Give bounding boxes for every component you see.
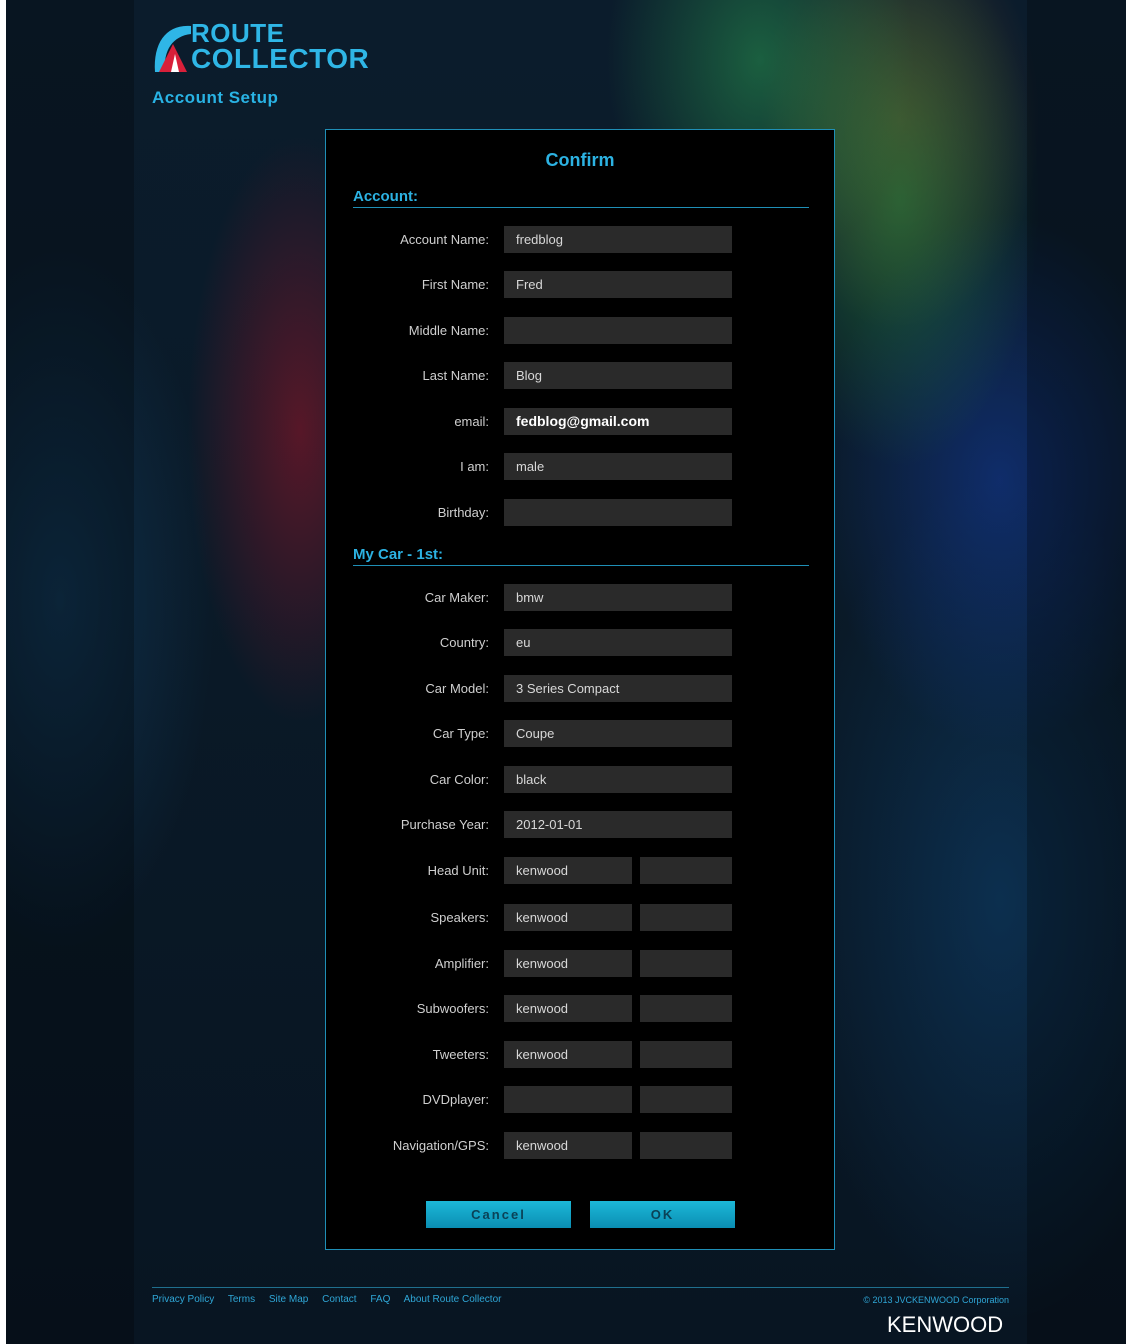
account-name-row: Account Name: fredblog [326, 226, 836, 254]
amplifier-brand-field[interactable]: kenwood [504, 950, 632, 977]
confirm-dialog: Confirm Account: Account Name: fredblog … [325, 129, 835, 1250]
subwoofers-brand-field[interactable]: kenwood [504, 995, 632, 1022]
car-model-row: Car Model: 3 Series Compact [326, 675, 836, 703]
page-title: Account Setup [152, 88, 279, 107]
dvdplayer-brand-field[interactable] [504, 1086, 632, 1113]
car-maker-row: Car Maker: bmw [326, 584, 836, 612]
amplifier-row: Amplifier: kenwood [326, 950, 836, 978]
logo-line-2: COLLECTOR [191, 43, 370, 74]
first-name-field[interactable]: Fred [504, 271, 732, 298]
speakers-model-field[interactable] [640, 904, 732, 931]
speakers-brand-field[interactable]: kenwood [504, 904, 632, 931]
field-label: Tweeters: [432, 1047, 489, 1062]
email-row: email: fedblog@gmail.com [326, 408, 836, 436]
email-field[interactable]: fedblog@gmail.com [504, 408, 732, 435]
cancel-button[interactable]: Cancel [426, 1201, 571, 1228]
gender-row: I am: male [326, 453, 836, 481]
field-label: Last Name: [422, 368, 489, 383]
tweeters-brand-field[interactable]: kenwood [504, 1041, 632, 1068]
navigation-gps-row: Navigation/GPS: kenwood [326, 1132, 836, 1160]
middle-name-row: Middle Name: [326, 317, 836, 345]
dialog-title: Confirm [545, 150, 615, 170]
field-label: Subwoofers: [416, 1001, 489, 1016]
field-label: Amplifier: [434, 956, 489, 971]
field-label: Speakers: [430, 910, 489, 925]
middle-name-field[interactable] [504, 317, 732, 344]
subwoofers-model-field[interactable] [640, 995, 732, 1022]
gender-field[interactable]: male [504, 453, 732, 480]
tweeters-model-field[interactable] [640, 1041, 732, 1068]
field-label: email: [454, 414, 489, 429]
footer-link-about[interactable]: About Route Collector [404, 1294, 502, 1305]
navigation-gps-brand-field[interactable]: kenwood [504, 1132, 632, 1159]
footer-link-faq[interactable]: FAQ [370, 1294, 390, 1305]
field-label: Head Unit: [427, 863, 489, 878]
head-unit-brand-field[interactable]: kenwood [504, 857, 632, 884]
footer-link-sitemap[interactable]: Site Map [269, 1294, 308, 1305]
field-label: Navigation/GPS: [392, 1138, 489, 1153]
footer-link-terms[interactable]: Terms [228, 1294, 255, 1305]
last-name-field[interactable]: Blog [504, 362, 732, 389]
footer-divider [152, 1287, 1009, 1288]
field-label: DVDplayer: [422, 1092, 489, 1107]
right-shade [1027, 0, 1126, 1344]
field-label: Purchase Year: [400, 817, 489, 832]
subwoofers-row: Subwoofers: kenwood [326, 995, 836, 1023]
birthday-field[interactable] [504, 499, 732, 526]
car-type-field[interactable]: Coupe [504, 720, 732, 747]
dvdplayer-row: DVDplayer: [326, 1086, 836, 1114]
country-field[interactable]: eu [504, 629, 732, 656]
car-color-row: Car Color: black [326, 766, 836, 794]
field-label: Middle Name: [408, 323, 489, 338]
field-label: Country: [439, 635, 489, 650]
car-color-field[interactable]: black [504, 766, 732, 793]
amplifier-model-field[interactable] [640, 950, 732, 977]
copyright-text: © 2013 JVCKENWOOD Corporation [863, 1295, 1009, 1305]
head-unit-row: Head Unit: kenwood [326, 857, 836, 885]
head-unit-model-field[interactable] [640, 857, 732, 884]
speakers-row: Speakers: kenwood [326, 904, 836, 932]
field-label: Car Maker: [424, 590, 489, 605]
field-label: I am: [460, 459, 489, 474]
footer-links: Privacy Policy Terms Site Map Contact FA… [152, 1294, 512, 1305]
car-section-header: My Car - 1st: [353, 546, 809, 566]
purchase-year-row: Purchase Year: 2012-01-01 [326, 811, 836, 839]
field-label: Birthday: [437, 505, 489, 520]
field-label: Car Model: [425, 681, 489, 696]
footer-link-contact[interactable]: Contact [322, 1294, 356, 1305]
car-model-field[interactable]: 3 Series Compact [504, 675, 732, 702]
footer-link-privacy[interactable]: Privacy Policy [152, 1294, 214, 1305]
field-label: Car Color: [429, 772, 489, 787]
field-label: Account Name: [400, 232, 489, 247]
first-name-row: First Name: Fred [326, 271, 836, 299]
account-name-field[interactable]: fredblog [504, 226, 732, 253]
field-label: First Name: [421, 277, 489, 292]
dvdplayer-model-field[interactable] [640, 1086, 732, 1113]
route-collector-logo[interactable]: ROUTE COLLECTOR [151, 20, 369, 80]
last-name-row: Last Name: Blog [326, 362, 836, 390]
car-maker-field[interactable]: bmw [504, 584, 732, 611]
left-shade [6, 0, 134, 1344]
birthday-row: Birthday: [326, 499, 836, 527]
field-label: Car Type: [432, 726, 489, 741]
tweeters-row: Tweeters: kenwood [326, 1041, 836, 1069]
navigation-gps-model-field[interactable] [640, 1132, 732, 1159]
route-logo-icon [154, 25, 191, 72]
kenwood-logo[interactable]: KENWOOD [887, 1312, 1003, 1338]
account-section-header: Account: [353, 188, 809, 208]
ok-button[interactable]: OK [590, 1201, 735, 1228]
country-row: Country: eu [326, 629, 836, 657]
car-type-row: Car Type: Coupe [326, 720, 836, 748]
purchase-year-field[interactable]: 2012-01-01 [504, 811, 732, 838]
